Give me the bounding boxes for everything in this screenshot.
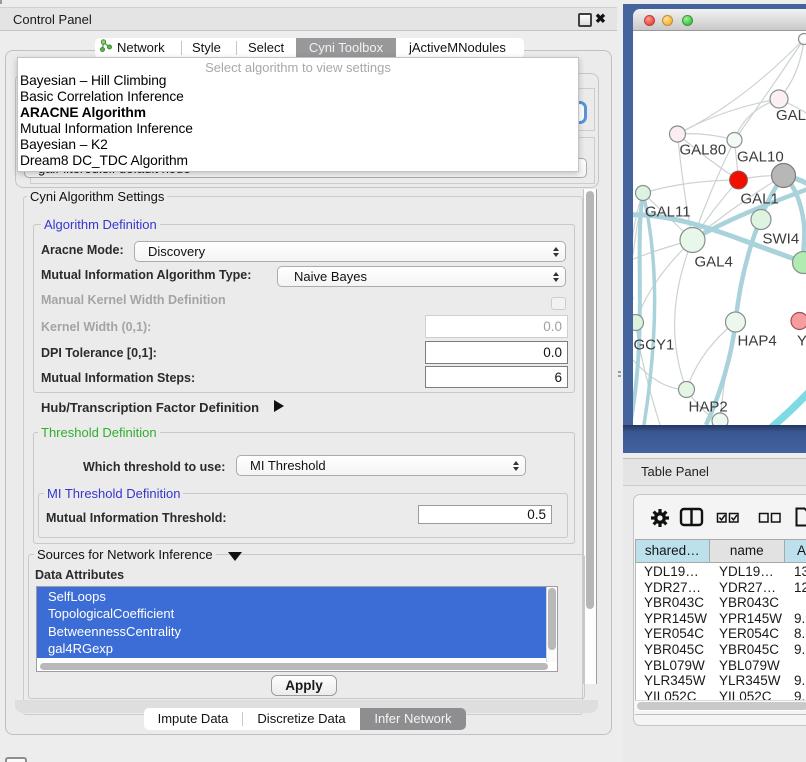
svg-text:HAP2: HAP2 <box>689 399 728 416</box>
svg-text:GAL10: GAL10 <box>737 149 784 166</box>
svg-text:GAL4: GAL4 <box>695 254 733 271</box>
svg-text:HAP4: HAP4 <box>738 333 777 350</box>
svg-text:GAL11: GAL11 <box>645 204 691 221</box>
svg-text:GAL80: GAL80 <box>680 142 727 159</box>
svg-text:GAL1: GAL1 <box>741 191 779 208</box>
svg-text:GAL7: GAL7 <box>776 107 806 124</box>
svg-text:GCY1: GCY1 <box>634 337 675 354</box>
svg-text:SWI4: SWI4 <box>763 231 800 248</box>
svg-text:Y: Y <box>797 333 806 350</box>
